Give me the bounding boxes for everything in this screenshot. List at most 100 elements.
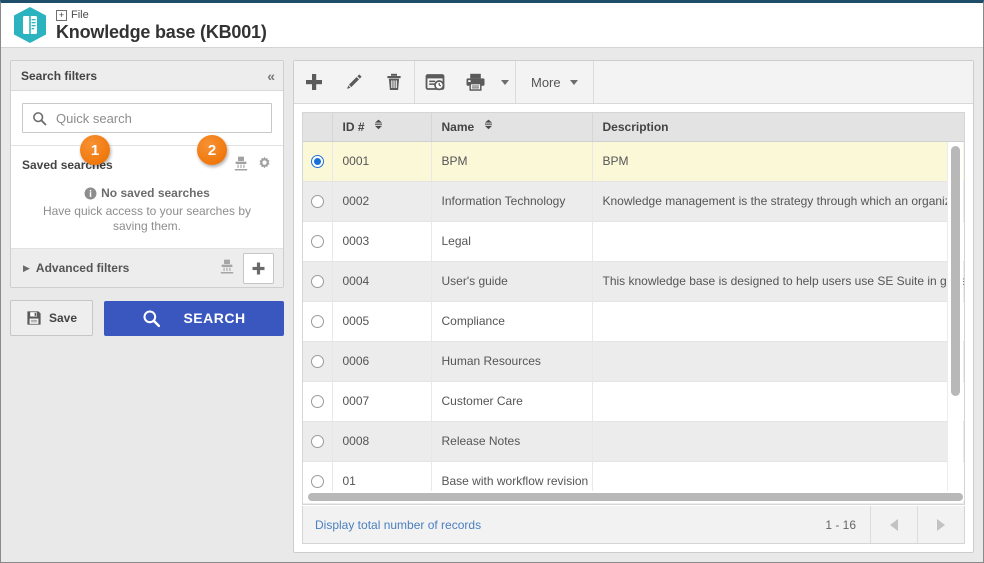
row-select-cell[interactable] [303,381,333,422]
cell-name: Information Technology [431,181,593,222]
horizontal-scrollbar[interactable] [303,491,963,503]
table-body: 0001 BPM BPM 0002 Information Technology… [303,141,964,504]
cell-description: This knowledge base is designed to help … [592,261,964,302]
cell-description [592,381,964,422]
print-button[interactable] [455,62,495,103]
column-header-name[interactable]: Name [431,113,593,142]
vertical-scrollbar-thumb[interactable] [951,146,960,396]
add-advanced-filter-button[interactable] [243,252,274,284]
advanced-filters-row[interactable]: ▶ Advanced filters [11,249,283,287]
search-input[interactable] [54,109,262,127]
saved-searches-section: Saved searches No saved searches Have qu… [11,146,283,249]
row-select-cell[interactable] [303,301,333,342]
saved-searches-title: Saved searches [22,158,113,172]
records-grid: ID # Name Description 0001 BPM BPM 0002 … [302,112,965,505]
search-button[interactable]: SEARCH [104,300,284,336]
history-button[interactable] [415,62,455,103]
row-select-cell[interactable] [303,181,333,222]
row-radio[interactable] [310,155,324,169]
table-header-row: ID # Name Description [303,113,964,142]
clear-filter-icon[interactable] [220,259,234,277]
search-filters-header: Search filters « [11,61,283,91]
horizontal-scrollbar-thumb[interactable] [308,493,963,501]
double-chevron-left-icon[interactable]: « [267,69,275,83]
cell-id: 0006 [332,341,432,382]
row-radio[interactable] [310,475,324,489]
save-button[interactable]: Save [10,300,93,336]
cell-name: User's guide [431,261,593,302]
table-row[interactable]: 0005 Compliance [303,301,964,342]
search-icon [143,309,161,327]
vertical-scrollbar[interactable] [947,142,963,503]
column-header-select [303,113,333,142]
info-icon [84,187,97,199]
column-header-id-label: ID # [342,120,365,135]
sort-icon [484,119,493,133]
plus-box-icon: + [56,9,67,21]
table-row[interactable]: 0001 BPM BPM [303,141,964,182]
row-radio[interactable] [310,355,324,369]
chevron-down-icon [501,79,509,85]
more-button-label: More [531,74,561,90]
add-button[interactable] [294,62,334,103]
knowledge-base-book-icon [13,6,47,44]
table-row[interactable]: 0006 Human Resources [303,341,964,382]
caret-right-icon: ▶ [23,262,30,273]
saved-searches-header: Saved searches [22,156,272,174]
next-page-button[interactable] [918,506,964,543]
cell-description: BPM [592,141,964,182]
pencil-icon [347,74,362,89]
advanced-filters-label: Advanced filters [35,261,130,275]
application-window: + File Knowledge base (KB001) Search fil… [0,0,984,563]
toolbar-group-more: More [516,61,594,103]
records-panel: More ID # Name Description 0001 BPM BPM … [293,60,974,553]
row-select-cell[interactable] [303,141,333,182]
more-button[interactable]: More [516,62,593,103]
table-row[interactable]: 0004 User's guide This knowledge base is… [303,261,964,302]
gear-icon[interactable] [257,156,272,174]
print-dropdown-button[interactable] [495,62,515,103]
search-filters-title: Search filters [21,68,98,83]
table-row[interactable]: 0003 Legal [303,221,964,262]
table-row[interactable]: 0008 Release Notes [303,421,964,462]
display-total-records-link[interactable]: Display total number of records [303,506,811,543]
breadcrumb[interactable]: + File [56,9,267,21]
row-select-cell[interactable] [303,421,333,462]
cell-description: Knowledge management is the strategy thr… [592,181,964,222]
table-row[interactable]: 0007 Customer Care [303,381,964,422]
row-select-cell[interactable] [303,261,333,302]
sidebar-actions: Save SEARCH [10,300,284,336]
delete-button[interactable] [374,62,414,103]
previous-page-button[interactable] [871,506,918,543]
search-button-label: SEARCH [183,310,246,326]
callout-badge-2: 2 [197,135,227,165]
cell-id: 0002 [332,181,432,222]
search-filters-sidebar: Search filters « Saved sear [10,60,284,336]
clear-filter-icon[interactable] [234,156,248,174]
triangle-left-icon [890,518,898,531]
row-radio[interactable] [310,275,324,289]
row-radio[interactable] [310,235,324,249]
edit-button[interactable] [334,62,374,103]
row-select-cell[interactable] [303,221,333,262]
row-select-cell[interactable] [303,341,333,382]
row-radio[interactable] [310,195,324,209]
column-header-description-label: Description [602,119,669,134]
chevron-down-icon [569,79,578,85]
toolbar-filler [594,61,973,103]
grid-footer: Display total number of records 1 - 16 [302,506,965,544]
printer-icon [466,73,484,91]
row-radio[interactable] [310,395,324,409]
quick-search-section [11,91,283,146]
quick-search-box[interactable] [22,103,272,133]
sort-icon [374,119,383,133]
cell-id: 0008 [332,421,432,462]
row-radio[interactable] [310,315,324,329]
column-header-id[interactable]: ID # [332,113,432,142]
table-row[interactable]: 0002 Information Technology Knowledge ma… [303,181,964,222]
column-header-description[interactable]: Description [592,113,964,142]
records-table: ID # Name Description 0001 BPM BPM 0002 … [303,113,964,504]
no-saved-searches-message: No saved searches [22,186,272,200]
cell-name: Compliance [431,301,593,342]
row-radio[interactable] [310,435,324,449]
